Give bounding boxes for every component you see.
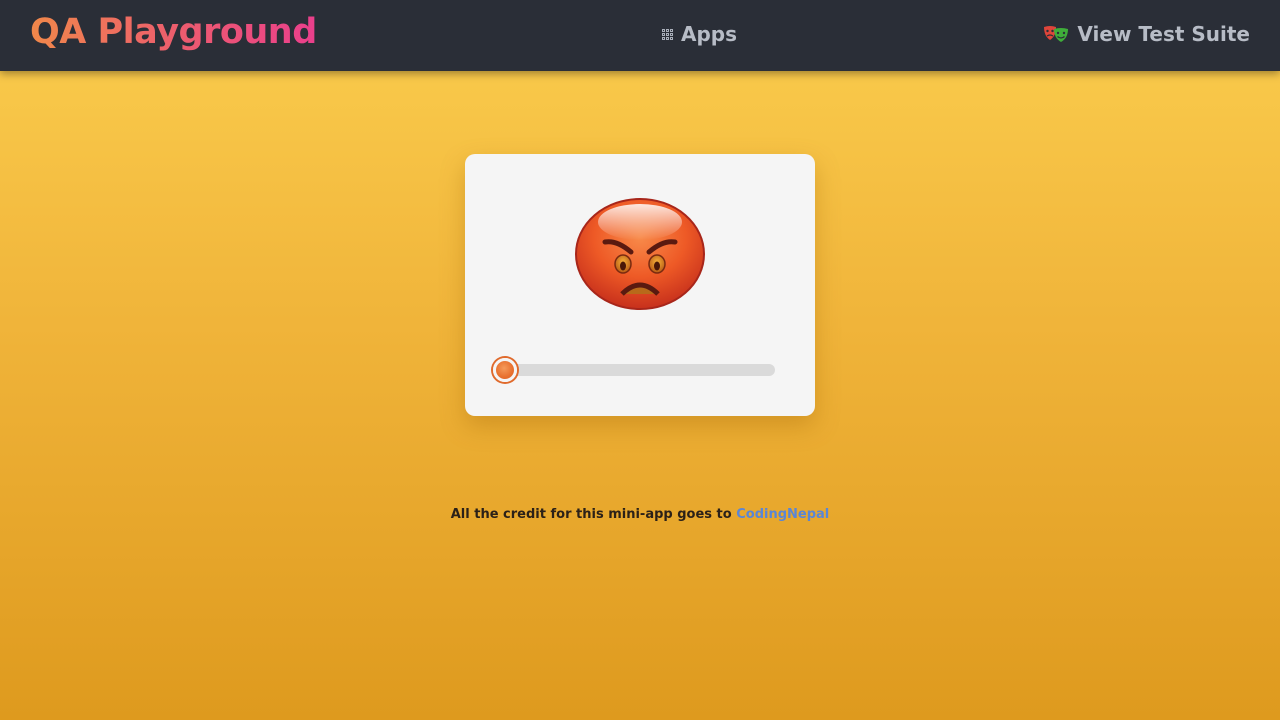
codingnepal-link[interactable]: CodingNepal (736, 507, 829, 522)
credit-text: All the credit for this mini-app goes to… (0, 507, 1280, 522)
theater-masks-icon (1043, 24, 1069, 44)
view-test-suite-link[interactable]: View Test Suite (1043, 22, 1250, 46)
view-test-suite-label: View Test Suite (1077, 22, 1250, 46)
emoji-rating-card (465, 154, 815, 416)
rating-slider-track[interactable] (493, 364, 775, 376)
credit-label: All the credit for this mini-app goes to (450, 507, 737, 522)
apps-nav-link[interactable]: Apps (662, 22, 737, 46)
rating-slider-thumb[interactable] (493, 358, 517, 382)
navbar: QA Playground Apps View Test Suite (0, 0, 1280, 71)
apps-nav-label: Apps (681, 22, 738, 46)
grid-icon (662, 28, 675, 40)
brand-logo-link[interactable]: QA Playground (30, 12, 317, 52)
angry-face-icon (575, 198, 705, 310)
